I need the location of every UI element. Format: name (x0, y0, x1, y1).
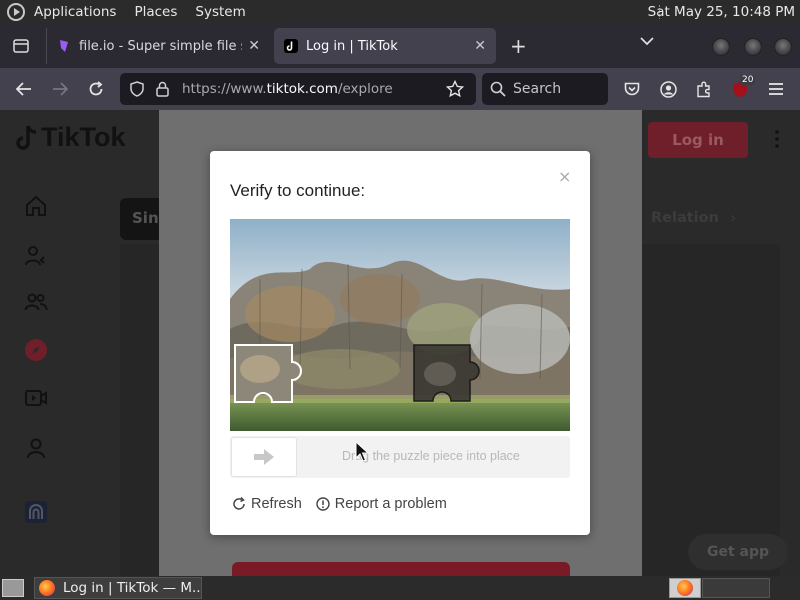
chevron-right-icon[interactable]: › (730, 208, 736, 227)
account-button[interactable] (656, 77, 680, 101)
puzzle-piece[interactable] (234, 344, 302, 403)
captcha-title: Verify to continue: (230, 181, 366, 200)
close-tab-icon[interactable]: ✕ (474, 38, 486, 54)
live-video-icon[interactable] (24, 386, 48, 410)
list-all-tabs-icon[interactable] (640, 36, 654, 46)
tab-file-io[interactable]: file.io - Super simple file sha ✕ (46, 28, 270, 64)
forward-button[interactable] (48, 77, 72, 101)
show-desktop-icon[interactable] (2, 579, 24, 597)
search-bar[interactable]: Search (482, 73, 608, 105)
close-tab-icon[interactable]: ✕ (248, 38, 260, 54)
login-submit-button-dimmed (232, 562, 570, 576)
tiktok-note-icon (16, 124, 37, 150)
url-path: /explore (337, 81, 393, 97)
tab-tiktok-login[interactable]: Log in | TikTok ✕ (274, 28, 496, 64)
firefox-view-icon (13, 39, 29, 53)
workspace-2[interactable] (702, 578, 770, 598)
home-icon[interactable] (24, 194, 48, 218)
url-prefix: https://www. (182, 81, 267, 97)
profile-icon[interactable] (24, 436, 48, 460)
maximize-window-button[interactable] (744, 38, 762, 56)
tiktok-wordmark: TikTok (41, 122, 126, 152)
report-problem-label: Report a problem (334, 496, 447, 512)
file-io-favicon-icon (60, 40, 68, 52)
tiktok-favicon-icon (284, 39, 298, 53)
arrow-right-icon (53, 82, 68, 96)
search-icon (490, 81, 506, 97)
refresh-label: Refresh (251, 496, 302, 512)
new-tab-button[interactable]: + (510, 34, 527, 58)
more-arch-icon[interactable] (24, 500, 48, 524)
captcha-close-icon[interactable]: × (558, 167, 571, 186)
slider-handle[interactable] (231, 437, 297, 477)
system-menu[interactable]: System (195, 4, 245, 20)
reload-button[interactable] (84, 77, 108, 101)
following-icon[interactable] (24, 244, 48, 268)
tab-title: Log in | TikTok (306, 38, 398, 54)
arrow-right-icon (254, 449, 274, 465)
back-button[interactable] (12, 77, 36, 101)
url-bar[interactable]: https://www.tiktok.com/explore (120, 73, 476, 105)
close-window-button[interactable] (774, 38, 792, 56)
refresh-icon (233, 497, 245, 510)
clock[interactable]: Sat May 25, 10:48 PM (648, 4, 795, 20)
firefox-icon (39, 580, 55, 596)
more-options-icon[interactable] (775, 130, 779, 148)
report-problem-button[interactable]: Report a problem (316, 496, 447, 512)
applications-menu[interactable]: Applications (34, 4, 116, 20)
places-menu[interactable]: Places (134, 4, 177, 20)
arrow-left-icon (16, 82, 31, 96)
info-circle-icon (316, 497, 330, 511)
distro-logo-icon[interactable] (7, 3, 25, 21)
ublock-count-badge: 20 (740, 75, 756, 85)
get-app-button[interactable]: Get app (688, 534, 788, 570)
tab-strip: file.io - Super simple file sha ✕ Log in… (0, 24, 800, 68)
bookmark-star-icon[interactable] (446, 80, 464, 98)
firefox-view-button[interactable] (6, 31, 36, 61)
landscape-photo (230, 219, 570, 431)
puzzle-extensions-icon (696, 81, 710, 97)
system-bottom-panel: Log in | TikTok — M... (0, 576, 800, 600)
pocket-button[interactable] (620, 77, 644, 101)
tab-title: file.io - Super simple file sha (79, 38, 242, 54)
minimize-window-button[interactable] (712, 38, 730, 56)
app-menu-button[interactable] (764, 77, 788, 101)
mouse-cursor-icon (355, 441, 369, 462)
workspace-1[interactable] (669, 578, 701, 598)
refresh-button[interactable]: Refresh (232, 496, 302, 512)
firefox-icon (677, 580, 693, 596)
explore-compass-icon[interactable] (24, 338, 48, 362)
shield-icon[interactable] (130, 81, 144, 97)
lock-icon[interactable] (156, 81, 169, 97)
captcha-actions: Refresh Report a problem (232, 496, 447, 512)
friends-icon[interactable] (24, 290, 48, 314)
account-icon (659, 80, 677, 98)
captcha-puzzle-image (230, 219, 570, 431)
tiktok-logo[interactable]: TikTok (16, 122, 126, 153)
url-text[interactable]: https://www.tiktok.com/explore (182, 81, 393, 97)
taskbar-window-firefox[interactable]: Log in | TikTok — M... (34, 577, 202, 599)
captcha-slider-track[interactable]: Drag the puzzle piece into place (230, 436, 570, 478)
system-top-panel: Applications Places System Sat May 25, 1… (0, 0, 800, 24)
hamburger-menu-icon (769, 83, 783, 95)
pocket-icon (624, 82, 640, 95)
puzzle-slot (413, 344, 480, 402)
taskbar-window-title: Log in | TikTok — M... (63, 580, 202, 596)
category-relationship[interactable]: Relation (651, 210, 719, 226)
url-domain: tiktok.com (266, 81, 338, 97)
navigation-toolbar: https://www.tiktok.com/explore Search 20 (0, 68, 800, 110)
search-placeholder: Search (513, 81, 562, 97)
login-button[interactable]: Log in (648, 122, 748, 158)
captcha-dialog: Verify to continue: × Drag the puzzle pi… (210, 151, 590, 535)
extensions-button[interactable] (692, 77, 716, 101)
reload-icon (89, 81, 103, 96)
